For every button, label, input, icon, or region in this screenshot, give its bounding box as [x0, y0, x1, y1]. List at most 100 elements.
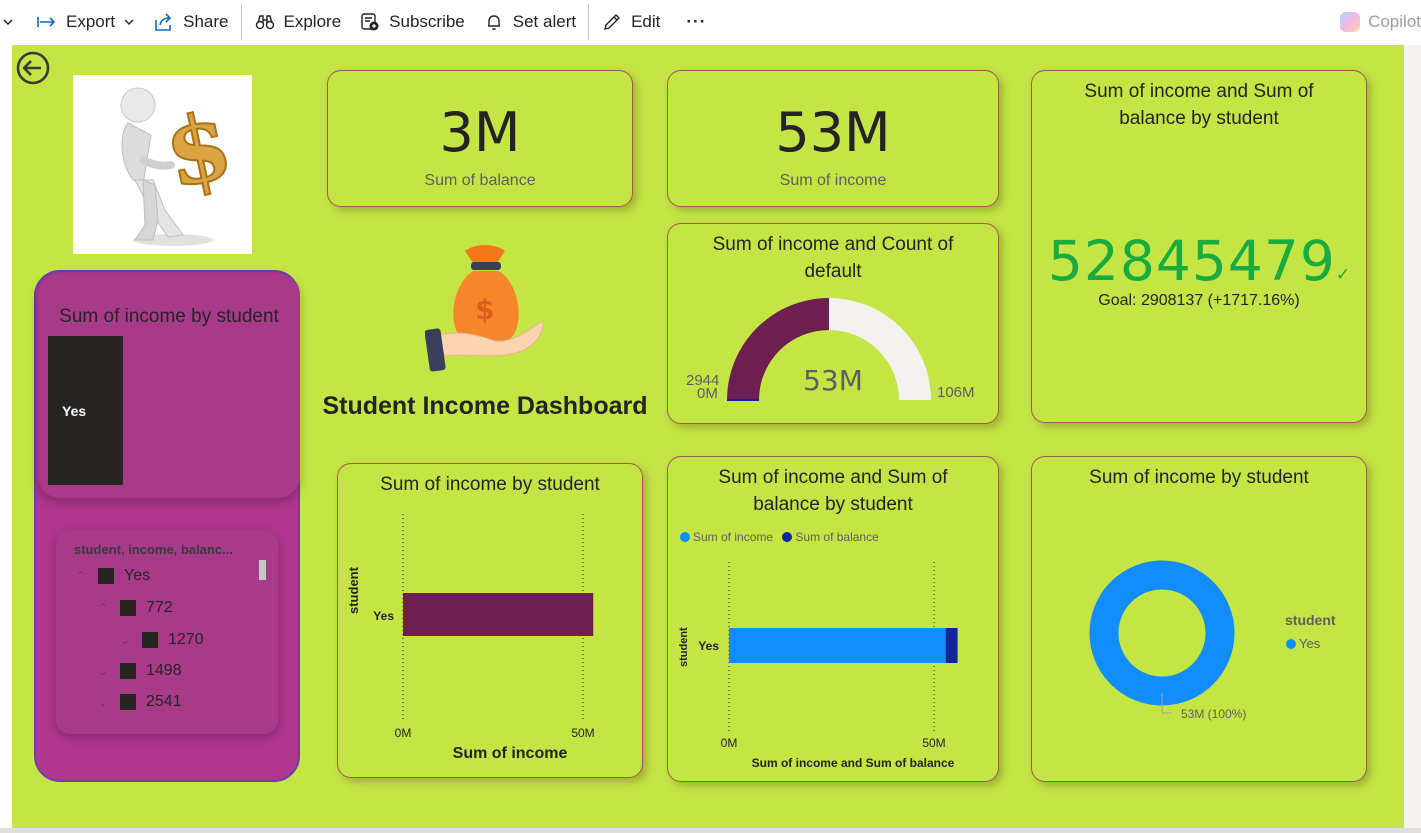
chevron-down-icon[interactable]: ⌄ — [96, 664, 110, 678]
copilot-icon — [1340, 12, 1361, 32]
binoculars-icon — [254, 11, 276, 33]
slicer-item[interactable]: ⌃ 772 — [96, 599, 173, 617]
bar-chart1-xlabel: Sum of income — [452, 745, 568, 762]
y-tick-label: Yes — [698, 639, 719, 653]
bar-chart2-ylabel: student — [678, 627, 690, 667]
donut-data-label: 53M (100%) — [1181, 707, 1247, 721]
kpi-balance-card[interactable]: 3M Sum of balance — [327, 70, 633, 207]
dashboard-title: Student Income Dashboard — [322, 392, 648, 420]
export-button[interactable]: Export — [30, 0, 141, 44]
slicer-item[interactable]: ⌄ 1498 — [96, 662, 182, 680]
gauge-card[interactable]: Sum of income and Count of default 2944 … — [667, 223, 999, 424]
checkbox[interactable] — [142, 632, 158, 648]
chevron-down-icon — [124, 19, 134, 25]
donut-legend-title: student — [1285, 612, 1336, 628]
slicer-item-label: 1270 — [168, 631, 204, 648]
checkbox[interactable] — [120, 663, 136, 679]
edit-label: Edit — [631, 12, 661, 31]
slicer-scrollbar[interactable] — [259, 560, 266, 580]
explore-label: Explore — [283, 12, 342, 31]
explore-button[interactable]: Explore — [248, 0, 348, 44]
bar-segment — [945, 628, 958, 663]
toolbar-divider — [240, 4, 242, 40]
copilot-button[interactable]: Copilot — [1340, 0, 1421, 44]
x-tick-label: 0M — [721, 736, 738, 750]
slicer-item[interactable]: ⌄ 2541 — [96, 693, 182, 711]
chevron-down-icon — [3, 19, 13, 25]
export-label: Export — [66, 12, 116, 31]
checkbox[interactable] — [120, 600, 136, 616]
donut-legend-item[interactable]: Yes — [1286, 636, 1320, 651]
slicer-item-label: 772 — [146, 599, 173, 616]
purple-chart-bar-label: Yes — [62, 403, 87, 419]
kpi-balance-label: Sum of balance — [424, 172, 536, 189]
bar-chart1-plot[interactable]: 0M 50M Yes — [338, 464, 644, 779]
goal-kpi-value-row: 52845479✓ — [1032, 229, 1366, 293]
svg-text:$: $ — [156, 90, 241, 209]
slicer-header: student, income, balanc... — [74, 542, 233, 557]
bar-chart-income-card[interactable]: Sum of income by student 0M 50M Yes studen… — [337, 463, 643, 778]
bar-chart2-plot[interactable]: 0M 50M Yes — [668, 457, 1000, 783]
chevron-up-icon[interactable]: ⌃ — [74, 569, 88, 583]
svg-text:$: $ — [475, 293, 494, 326]
subscribe-button[interactable]: Subscribe — [353, 0, 471, 44]
checkbox[interactable] — [98, 568, 114, 584]
kpi-income-value: 53M — [775, 101, 891, 164]
copilot-label: Copilot — [1368, 12, 1421, 31]
checkbox[interactable] — [120, 694, 136, 710]
bar-chart1-ylabel: student — [346, 567, 361, 614]
goal-kpi-card[interactable]: Sum of income and Sum of balance by stud… — [1031, 70, 1367, 423]
report-canvas: $ 3M Sum of balance 53M Sum of income Su… — [12, 45, 1404, 828]
back-arrow-icon[interactable] — [16, 51, 50, 85]
slicer-item-label: Yes — [124, 567, 151, 584]
set-alert-button[interactable]: Set alert — [477, 0, 582, 44]
x-tick-label: 0M — [395, 726, 412, 740]
hierarchy-slicer[interactable]: student, income, balanc... ⌃ Yes ⌃ 772 ⌄… — [56, 530, 278, 734]
purple-chart-title: Sum of income by student — [59, 306, 279, 327]
right-gutter — [1404, 45, 1421, 828]
subscribe-label: Subscribe — [389, 12, 465, 31]
export-icon — [36, 11, 58, 33]
purple-bar-chart[interactable]: Sum of income by student Yes — [38, 274, 300, 498]
purple-panel: Sum of income by student Yes student, in… — [34, 270, 300, 782]
kpi-income-label: Sum of income — [779, 172, 887, 189]
goal-kpi-value: 52845479 — [1047, 229, 1336, 293]
check-icon: ✓ — [1335, 265, 1351, 284]
money-carrier-image: $ — [73, 75, 252, 254]
bar — [403, 593, 594, 636]
pencil-icon — [601, 11, 623, 33]
goal-kpi-title: Sum of income and Sum of balance by stud… — [1084, 81, 1314, 129]
share-icon — [153, 11, 175, 33]
chevron-down-icon[interactable]: ⌄ — [118, 633, 132, 647]
y-tick-label: Yes — [373, 609, 394, 623]
donut-legend-label: Yes — [1299, 636, 1321, 651]
money-bag-hand-image: $ — [424, 241, 545, 381]
bar-segment — [729, 628, 946, 663]
share-label: Share — [183, 12, 229, 31]
more-icon: ··· — [686, 12, 707, 31]
legend-dot-yes — [1286, 639, 1296, 649]
slicer-item-label: 2541 — [146, 693, 182, 710]
donut-chart-card[interactable]: Sum of income by student 53M (100%) stud… — [1031, 456, 1367, 782]
chevron-up-icon[interactable]: ⌃ — [96, 601, 110, 615]
bell-icon — [483, 11, 505, 33]
slicer-item-label: 1498 — [146, 662, 182, 679]
kpi-balance-value: 3M — [439, 101, 521, 164]
subscribe-icon — [359, 11, 381, 33]
slicer-item[interactable]: ⌃ Yes — [74, 567, 150, 585]
set-alert-label: Set alert — [512, 12, 577, 31]
chevron-down-icon[interactable]: ⌄ — [96, 695, 110, 709]
donut-slice-yes — [1089, 560, 1235, 706]
gauge-value-label: 53M — [803, 364, 863, 397]
bar-chart2-xlabel: Sum of income and Sum of balance — [751, 756, 955, 770]
bar-chart-income-balance-card[interactable]: Sum of income and Sum of balance by stud… — [667, 456, 999, 782]
x-tick-label: 50M — [922, 736, 945, 750]
edit-button[interactable]: Edit — [595, 0, 666, 44]
more-options-button[interactable]: ··· — [680, 0, 712, 44]
collapse-chevron[interactable] — [0, 0, 16, 44]
slicer-item[interactable]: ⌄ 1270 — [118, 631, 204, 649]
kpi-income-card[interactable]: 53M Sum of income — [667, 70, 999, 207]
goal-kpi-goal: Goal: 2908137 (+1717.16%) — [1098, 292, 1300, 309]
bottom-bar — [0, 828, 1421, 833]
share-button[interactable]: Share — [147, 0, 234, 44]
